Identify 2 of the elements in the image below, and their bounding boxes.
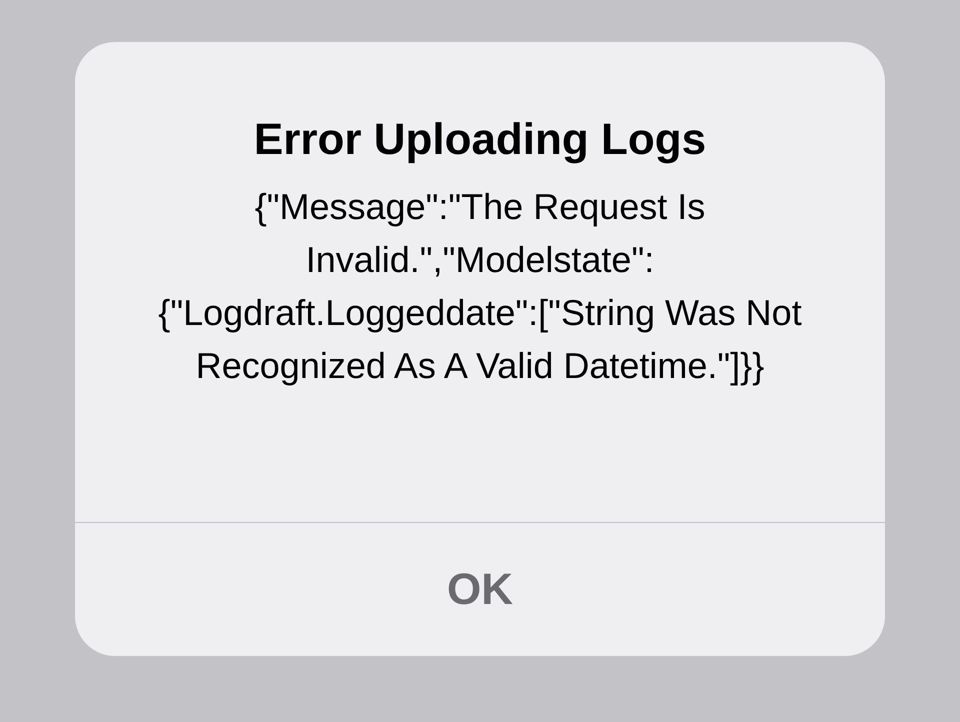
alert-title: Error Uploading Logs [254, 114, 706, 166]
alert-message: {"Message":"The Request Is Invalid.","Modelstate":{"Logdraft.Loggeddate":["String Was Not Recognized As A Valid Datetime."]}} [157, 185, 803, 388]
